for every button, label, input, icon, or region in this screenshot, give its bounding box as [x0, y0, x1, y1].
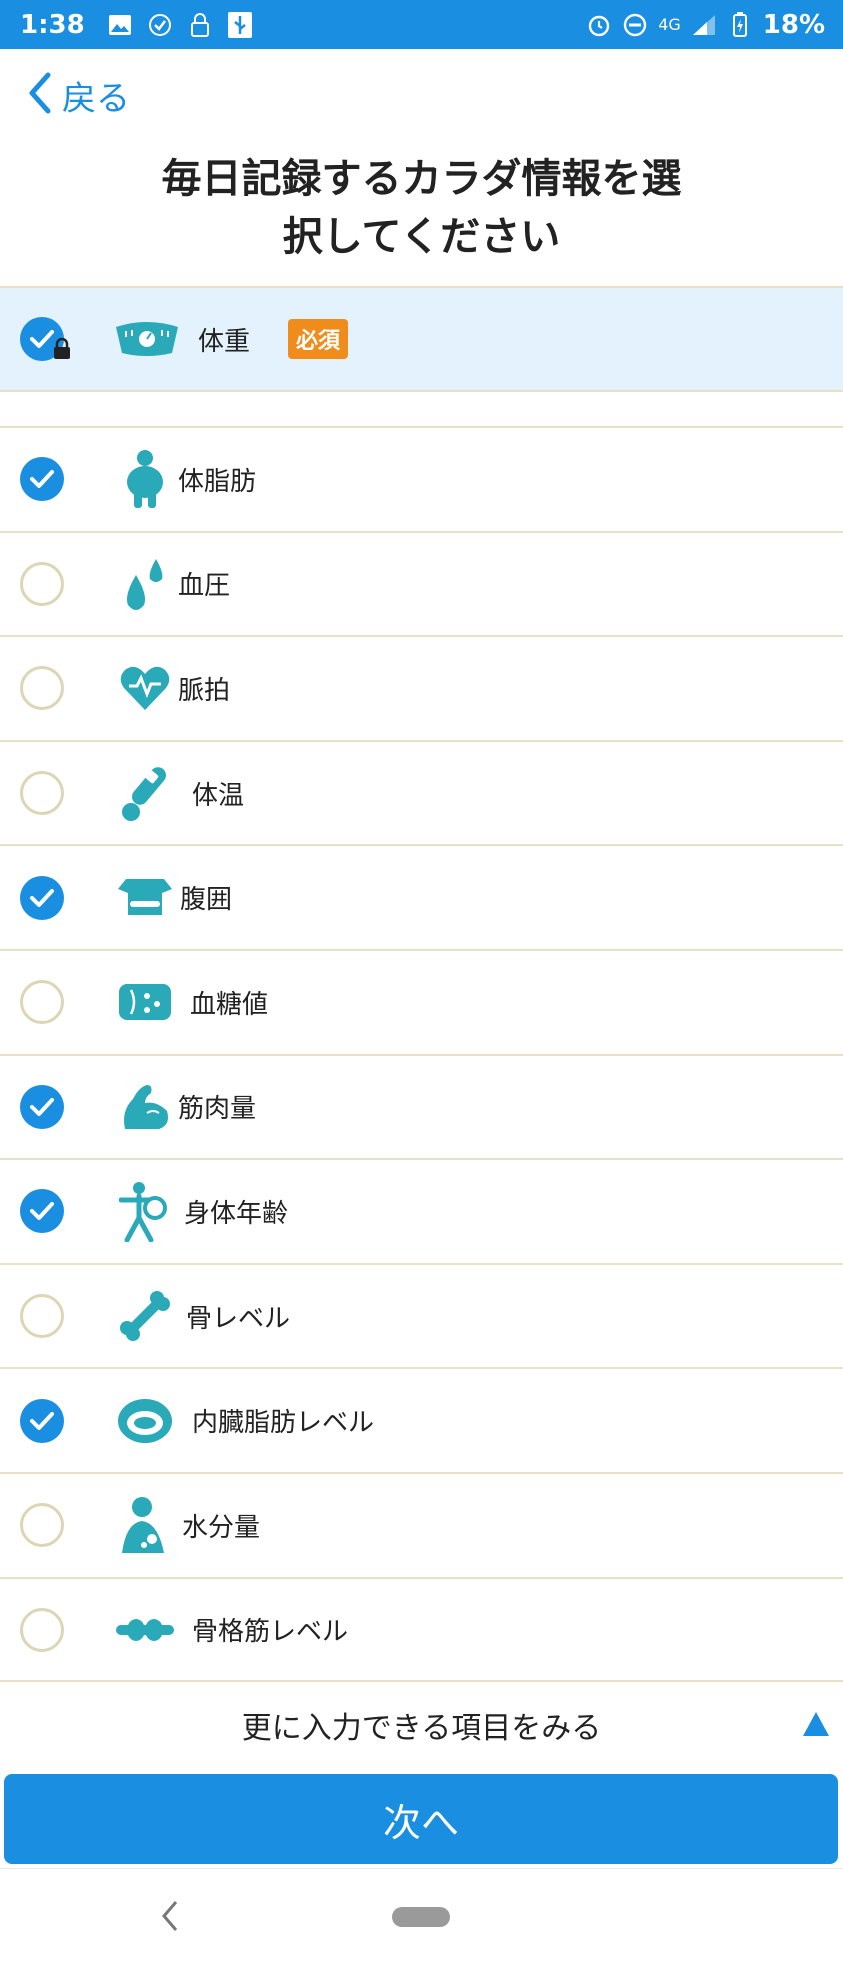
checkbox-unchecked[interactable]	[20, 1503, 64, 1548]
visceral-fat-icon	[112, 1388, 178, 1454]
image-icon	[107, 12, 133, 38]
list-item-weight[interactable]: 体重 必須	[0, 286, 843, 392]
body-fat-icon	[112, 446, 178, 512]
page-title-line1: 毎日記録するカラダ情報を選	[161, 156, 682, 202]
nav-back-icon[interactable]	[160, 1899, 180, 1937]
next-button[interactable]: 次へ	[4, 1774, 838, 1864]
list-item[interactable]: 体温	[0, 739, 843, 845]
list-item[interactable]: 骨格筋レベル	[0, 1576, 843, 1682]
item-label: 骨格筋レベル	[192, 1617, 349, 1648]
checkbox-checked[interactable]	[20, 1084, 64, 1129]
list-item[interactable]: 血圧	[0, 530, 843, 636]
blood-sugar-icon	[112, 969, 178, 1035]
check-circle-icon	[147, 12, 173, 38]
blood-pressure-icon	[112, 551, 178, 617]
status-bar: 1:38 4G 18%	[0, 0, 843, 49]
network-type: 4G	[658, 15, 681, 34]
chevron-left-icon	[26, 71, 52, 119]
lock-status-icon	[187, 12, 213, 38]
lock-icon	[52, 337, 72, 364]
item-label: 骨レベル	[186, 1303, 291, 1334]
list-item[interactable]: 体脂肪	[0, 426, 843, 531]
checkbox-unchecked[interactable]	[20, 561, 64, 606]
skeletal-muscle-icon	[112, 1597, 178, 1663]
page-title: 毎日記録するカラダ情報を選 択してください	[0, 150, 843, 266]
battery-charging-icon	[727, 11, 753, 38]
list-item[interactable]: 筋肉量	[0, 1053, 843, 1159]
item-label: 身体年齢	[184, 1198, 289, 1229]
nav-home-pill[interactable]	[392, 1907, 450, 1927]
item-label: 筋肉量	[178, 1094, 257, 1125]
item-label: 血圧	[178, 571, 231, 602]
checkbox-checked[interactable]	[20, 1398, 64, 1443]
checkbox-unchecked[interactable]	[20, 980, 64, 1025]
checkbox-unchecked[interactable]	[20, 666, 64, 711]
list-item[interactable]: 脈拍	[0, 635, 843, 740]
thermometer-icon	[112, 760, 178, 826]
item-label: 体脂肪	[178, 466, 257, 497]
waist-icon	[112, 865, 178, 931]
muscle-icon	[112, 1074, 178, 1140]
checkbox-checked[interactable]	[20, 1189, 64, 1234]
pulse-heart-icon	[112, 655, 178, 721]
alarm-icon	[586, 12, 612, 38]
back-label: 戻る	[62, 78, 130, 119]
page-title-line2: 択してください	[282, 214, 561, 260]
usb-icon	[227, 11, 253, 38]
checkbox-unchecked[interactable]	[20, 771, 64, 816]
scale-icon	[114, 306, 180, 372]
battery-percent: 18%	[762, 9, 825, 40]
back-button[interactable]: 戻る	[26, 70, 130, 120]
checkbox-unchecked[interactable]	[20, 1294, 64, 1339]
item-label: 体温	[192, 780, 245, 811]
item-label: 水分量	[182, 1512, 261, 1543]
list-item[interactable]: 骨レベル	[0, 1262, 843, 1368]
checkbox-checked[interactable]	[20, 457, 64, 502]
show-more-label: 更に入力できる項目をみる	[241, 1711, 602, 1746]
item-label: 体重	[198, 326, 251, 357]
signal-icon	[691, 12, 717, 38]
item-label: 脈拍	[178, 675, 231, 706]
checkbox-unchecked[interactable]	[20, 1607, 64, 1652]
water-icon	[112, 1492, 178, 1558]
status-time: 1:38	[20, 9, 85, 40]
show-more-button[interactable]: 更に入力できる項目をみる	[0, 1680, 843, 1768]
list-item[interactable]: 内臓脂肪レベル	[0, 1367, 843, 1472]
list-item[interactable]: 血糖値	[0, 949, 843, 1054]
system-nav-bar	[0, 1868, 843, 1967]
checkbox-checked[interactable]	[20, 875, 64, 920]
spacer	[0, 392, 843, 426]
body-age-icon	[112, 1178, 178, 1244]
triangle-up-icon	[801, 1710, 831, 1742]
bone-icon	[112, 1283, 178, 1349]
list-item[interactable]: 水分量	[0, 1472, 843, 1577]
item-label: 内臓脂肪レベル	[192, 1408, 375, 1439]
list-item[interactable]: 腹囲	[0, 844, 843, 949]
item-label: 腹囲	[180, 885, 233, 916]
list-item[interactable]: 身体年齢	[0, 1158, 843, 1263]
required-badge: 必須	[288, 319, 349, 359]
item-label: 血糖値	[190, 989, 269, 1020]
do-not-disturb-icon	[622, 12, 648, 38]
